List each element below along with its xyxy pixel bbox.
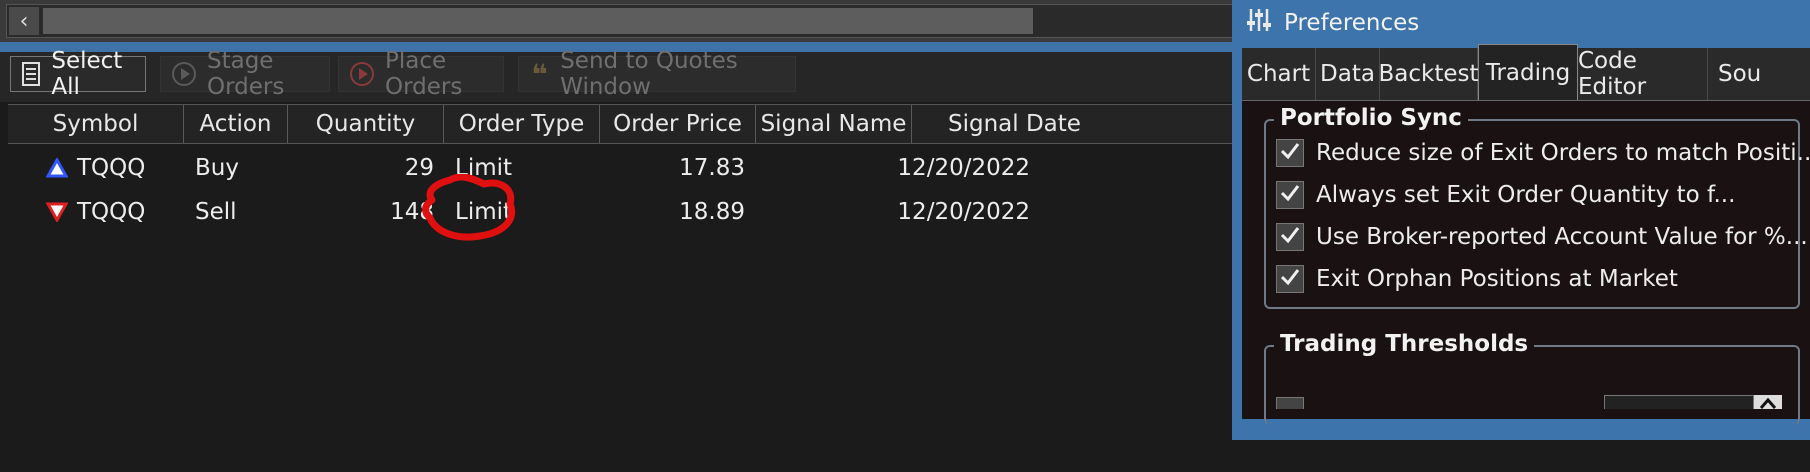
column-header-signal-date[interactable]: Signal Date — [912, 105, 1240, 143]
option-label: Reduce size of Exit Orders to match Posi… — [1316, 140, 1810, 166]
spin-up-button[interactable] — [1754, 395, 1782, 409]
column-header-signal-name[interactable]: Signal Name — [756, 105, 912, 143]
quote-icon: ❝ — [531, 57, 548, 91]
up-triangle-icon — [46, 146, 68, 190]
cell-order-price: 18.89 — [679, 199, 745, 225]
trading-thresholds-title: Trading Thresholds — [1274, 331, 1535, 357]
chevron-left-icon: ‹ — [19, 8, 29, 34]
column-header-action[interactable]: Action — [184, 105, 288, 143]
option-use-broker-account-value[interactable]: Use Broker-reported Account Value for %.… — [1276, 219, 1808, 255]
horizontal-scrollbar[interactable]: ‹ — [6, 4, 1240, 38]
cell-quantity: 148 — [390, 199, 434, 225]
place-orders-label: Place Orders — [385, 48, 463, 100]
cell-order-price: 17.83 — [679, 155, 745, 181]
down-triangle-icon — [46, 190, 68, 234]
option-reduce-exit-size[interactable]: Reduce size of Exit Orders to match Posi… — [1276, 135, 1810, 171]
send-to-quotes-button[interactable]: ❝ Send to Quotes Window — [518, 48, 796, 100]
portfolio-sync-title: Portfolio Sync — [1274, 105, 1468, 131]
cell-symbol: TQQQ — [77, 199, 146, 225]
option-label: Use Broker-reported Account Value for %.… — [1316, 224, 1808, 250]
table-row[interactable]: TQQQ Buy 29 Limit 17.83 12/20/2022 — [8, 146, 1240, 190]
checkbox[interactable] — [1276, 265, 1304, 293]
list-icon — [21, 61, 41, 87]
cell-signal-date: 12/20/2022 — [897, 199, 1030, 225]
select-all-label: Select All — [51, 48, 123, 100]
stage-orders-label: Stage Orders — [207, 48, 285, 100]
red-circle-annotation — [422, 174, 515, 241]
option-always-set-exit-quantity[interactable]: Always set Exit Order Quantity to f... — [1276, 177, 1735, 213]
checkbox[interactable] — [1276, 139, 1304, 167]
tab-trading[interactable]: Trading — [1478, 44, 1578, 100]
checkbox[interactable] — [1276, 223, 1304, 251]
column-header-order-type[interactable]: Order Type — [444, 105, 600, 143]
stage-orders-button[interactable]: Stage Orders — [160, 48, 330, 100]
tab-backtest[interactable]: Backtest — [1379, 48, 1479, 100]
select-all-button[interactable]: Select All — [10, 48, 146, 100]
column-header-quantity[interactable]: Quantity — [288, 105, 444, 143]
trading-thresholds-group: Trading Thresholds — [1264, 331, 1800, 425]
cell-action: Sell — [195, 199, 237, 225]
portfolio-sync-group: Portfolio Sync Reduce size of Exit Order… — [1264, 105, 1810, 309]
column-header-order-price[interactable]: Order Price — [600, 105, 756, 143]
scroll-left-button[interactable]: ‹ — [9, 7, 39, 35]
preferences-tabs: Chart Data Backtest Trading Code Editor … — [1242, 44, 1810, 100]
preferences-title: Preferences — [1284, 10, 1420, 36]
option-label: Always set Exit Order Quantity to f... — [1316, 182, 1736, 208]
orders-table: Symbol Action Quantity Order Type Order … — [8, 102, 1240, 472]
checkbox[interactable] — [1276, 181, 1304, 209]
checkmark-icon — [1280, 182, 1300, 208]
checkbox[interactable] — [1276, 397, 1304, 409]
tab-source[interactable]: Sou — [1708, 48, 1810, 100]
cell-action: Buy — [195, 155, 239, 181]
checkmark-icon — [1280, 224, 1300, 250]
tab-chart[interactable]: Chart — [1242, 48, 1316, 100]
cell-signal-date: 12/20/2022 — [897, 155, 1030, 181]
send-to-quotes-label: Send to Quotes Window — [560, 48, 738, 100]
checkmark-icon — [1280, 140, 1300, 166]
chevron-up-icon — [1759, 397, 1777, 409]
play-circle-icon — [349, 61, 375, 87]
column-header-symbol[interactable]: Symbol — [8, 105, 184, 143]
table-header: Symbol Action Quantity Order Type Order … — [8, 104, 1240, 144]
orders-toolbar: Select All Stage Orders Place Orders ❝ S… — [0, 48, 1240, 102]
scroll-thumb[interactable] — [43, 8, 1033, 34]
checkmark-icon — [1280, 266, 1300, 292]
cell-symbol: TQQQ — [77, 155, 146, 181]
partial-threshold-row — [1276, 391, 1796, 409]
place-orders-button[interactable]: Place Orders — [338, 48, 504, 100]
trading-settings-panel: Portfolio Sync Reduce size of Exit Order… — [1242, 100, 1810, 425]
tab-code-editor[interactable]: Code Editor — [1578, 48, 1708, 100]
cell-quantity: 29 — [404, 155, 434, 181]
table-row[interactable]: TQQQ Sell 148 Limit 18.89 12/20/2022 — [8, 190, 1240, 234]
tab-data[interactable]: Data — [1316, 48, 1380, 100]
top-strip: ‹ — [0, 0, 1240, 42]
play-circle-icon — [171, 61, 197, 87]
option-exit-orphan-positions[interactable]: Exit Orphan Positions at Market — [1276, 261, 1678, 297]
preferences-window: Preferences Chart Data Backtest Trading … — [1232, 0, 1810, 440]
option-label: Exit Orphan Positions at Market — [1316, 266, 1678, 292]
sliders-icon — [1246, 7, 1272, 39]
threshold-input[interactable] — [1604, 395, 1754, 409]
preferences-titlebar[interactable]: Preferences — [1246, 6, 1419, 40]
